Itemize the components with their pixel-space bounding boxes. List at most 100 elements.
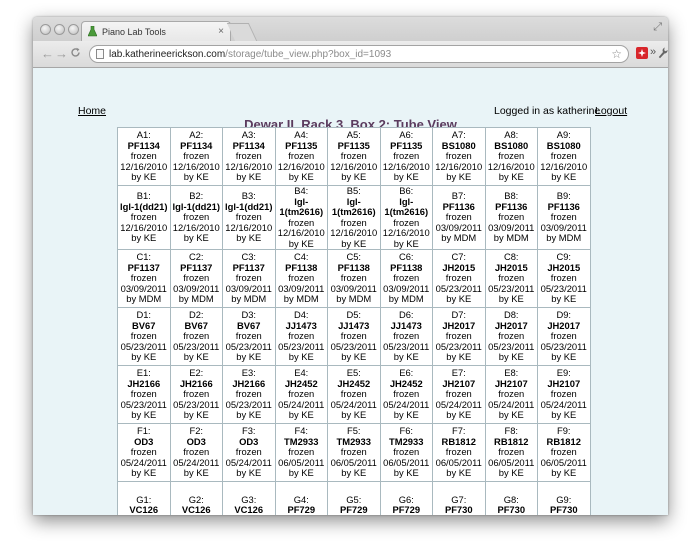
close-window-button[interactable]	[40, 24, 51, 35]
tube-owner: by KE	[183, 409, 209, 421]
tube-cell[interactable]: F6: TM2933 frozen 06/05/2011 by KE	[379, 423, 433, 482]
tab-close-icon[interactable]: ×	[218, 26, 224, 37]
tube-cell[interactable]: B6: lgl-1(tm2616) frozen 12/16/2010 by KE	[379, 185, 433, 250]
tube-cell[interactable]: E9: JH2107 frozen 05/24/2011 by KE	[537, 365, 591, 424]
new-tab-button[interactable]	[226, 23, 258, 41]
tube-cell[interactable]: B7: PF1136 frozen 03/09/2011 by MDM	[432, 185, 486, 250]
tube-cell[interactable]: C9: JH2015 frozen 05/23/2011 by KE	[537, 249, 591, 308]
tube-strain: PF730	[549, 504, 578, 515]
tube-cell[interactable]: G9:PF730frozen	[537, 481, 591, 515]
tube-cell[interactable]: E1: JH2166 frozen 05/23/2011 by KE	[117, 365, 171, 424]
extensions-overflow-icon[interactable]: »	[650, 46, 656, 58]
tube-cell[interactable]: D6: JJ1473 frozen 05/23/2011 by KE	[379, 307, 433, 366]
tube-cell[interactable]: D2: BV67 frozen 05/23/2011 by KE	[169, 307, 223, 366]
tube-cell[interactable]: G8:PF730frozen	[484, 481, 538, 515]
tube-cell[interactable]: G5:PF729frozen	[327, 481, 381, 515]
tube-cell[interactable]: B8: PF1136 frozen 03/09/2011 by MDM	[484, 185, 538, 250]
tube-cell[interactable]: B3: lgl-1(dd21) frozen 12/16/2010 by KE	[222, 185, 276, 250]
tube-cell[interactable]: E8: JH2107 frozen 05/24/2011 by KE	[484, 365, 538, 424]
tube-row: G1:VC126frozenG2:VC126frozenG3:VC126froz…	[117, 481, 591, 515]
zoom-window-button[interactable]	[68, 24, 79, 35]
tube-cell[interactable]: D5: JJ1473 frozen 05/23/2011 by KE	[327, 307, 381, 366]
fullscreen-icon[interactable]: ⤢	[653, 21, 662, 34]
tube-strain: PF730	[497, 504, 526, 515]
logout-link[interactable]: Logout	[595, 105, 627, 117]
tube-cell[interactable]: C6: PF1138 frozen 03/09/2011 by MDM	[379, 249, 433, 308]
tube-cell[interactable]: E7: JH2107 frozen 05/24/2011 by KE	[432, 365, 486, 424]
tube-cell[interactable]: A3: PF1134 frozen 12/16/2010 by KE	[222, 127, 276, 186]
tube-cell[interactable]: C3: PF1137 frozen 03/09/2011 by MDM	[222, 249, 276, 308]
tube-cell[interactable]: F7: RB1812 frozen 06/05/2011 by KE	[432, 423, 486, 482]
tube-row: C1: PF1137 frozen 03/09/2011 by MDM C2: PF1137…	[117, 249, 591, 308]
tab-title: Piano Lab Tools	[102, 26, 166, 37]
tube-date: 12/16/2010	[382, 227, 430, 238]
tube-cell[interactable]: C7: JH2015 frozen 05/23/2011 by KE	[432, 249, 486, 308]
wrench-icon[interactable]	[658, 46, 668, 64]
tube-cell[interactable]: D7: JH2017 frozen 05/23/2011 by KE	[432, 307, 486, 366]
tube-cell[interactable]: B5: lgl-1(tm2616) frozen 12/16/2010 by KE	[327, 185, 381, 250]
tube-cell[interactable]: F3: OD3 frozen 05/24/2011 by KE	[222, 423, 276, 482]
tube-cell[interactable]: B9: PF1136 frozen 03/09/2011 by MDM	[537, 185, 591, 250]
tube-cell[interactable]: F5: TM2933 frozen 06/05/2011 by KE	[327, 423, 381, 482]
tube-cell[interactable]: C5: PF1138 frozen 03/09/2011 by MDM	[327, 249, 381, 308]
tube-strain: PF730	[444, 504, 473, 515]
tube-cell[interactable]: G3:VC126frozen	[222, 481, 276, 515]
forward-arrow-icon[interactable]: →	[55, 46, 68, 61]
home-link[interactable]: Home	[78, 105, 106, 117]
tube-position: B5:	[346, 185, 361, 196]
tube-cell[interactable]: G7:PF730frozen	[432, 481, 486, 515]
tube-cell[interactable]: A5: PF1135 frozen 12/16/2010 by KE	[327, 127, 381, 186]
tube-cell[interactable]: E3: JH2166 frozen 05/23/2011 by KE	[222, 365, 276, 424]
tab-piano-lab-tools[interactable]: Piano Lab Tools ×	[81, 21, 231, 41]
tube-cell[interactable]: G4:PF729frozen	[274, 481, 328, 515]
page-content: Home Logged in as katherine Logout Dewar…	[33, 69, 668, 515]
tube-cell[interactable]: C4: PF1138 frozen 03/09/2011 by MDM	[274, 249, 328, 308]
tube-cell[interactable]: D9: JH2017 frozen 05/23/2011 by KE	[537, 307, 591, 366]
tube-owner: by KE	[131, 171, 157, 183]
tube-owner: by KE	[498, 293, 524, 305]
tube-cell[interactable]: B4: lgl-1(tm2616) frozen 12/16/2010 by KE	[274, 185, 328, 250]
tube-cell[interactable]: E5: JH2452 frozen 05/24/2011 by KE	[327, 365, 381, 424]
tube-owner: by KE	[183, 171, 209, 183]
tube-cell[interactable]: C8: JH2015 frozen 05/23/2011 by KE	[484, 249, 538, 308]
tube-cell[interactable]: E6: JH2452 frozen 05/24/2011 by KE	[379, 365, 433, 424]
tube-cell[interactable]: F8: RB1812 frozen 06/05/2011 by KE	[484, 423, 538, 482]
extension-icon[interactable]	[636, 46, 648, 64]
tube-cell[interactable]: F2: OD3 frozen 05/24/2011 by KE	[169, 423, 223, 482]
tube-cell[interactable]: A8: BS1080 frozen 12/16/2010 by KE	[484, 127, 538, 186]
tube-cell[interactable]: B1: lgl-1(dd21) frozen 12/16/2010 by KE	[117, 185, 171, 250]
tube-cell[interactable]: D4: JJ1473 frozen 05/23/2011 by KE	[274, 307, 328, 366]
tube-cell[interactable]: A2: PF1134 frozen 12/16/2010 by KE	[169, 127, 223, 186]
tube-cell[interactable]: B2: lgl-1(dd21) frozen 12/16/2010 by KE	[169, 185, 223, 250]
tube-cell[interactable]: A9: BS1080 frozen 12/16/2010 by KE	[537, 127, 591, 186]
tube-cell[interactable]: G2:VC126frozen	[169, 481, 223, 515]
flask-icon	[88, 26, 97, 37]
tube-owner: by MDM	[231, 293, 267, 305]
tube-cell[interactable]: D1: BV67 frozen 05/23/2011 by KE	[117, 307, 171, 366]
tube-owner: by KE	[131, 232, 157, 244]
reload-icon[interactable]	[70, 47, 81, 61]
tube-owner: by KE	[131, 351, 157, 363]
tube-cell[interactable]: G6:PF729frozen	[379, 481, 433, 515]
address-bar[interactable]: lab.katherineerickson.com/storage/tube_v…	[89, 45, 629, 63]
tube-cell[interactable]: A1: PF1134 frozen 12/16/2010 by KE	[117, 127, 171, 186]
tube-cell[interactable]: F4: TM2933 frozen 06/05/2011 by KE	[274, 423, 328, 482]
tube-cell[interactable]: F1: OD3 frozen 05/24/2011 by KE	[117, 423, 171, 482]
tube-cell[interactable]: C1: PF1137 frozen 03/09/2011 by MDM	[117, 249, 171, 308]
tube-cell[interactable]: A6: PF1135 frozen 12/16/2010 by KE	[379, 127, 433, 186]
tube-cell[interactable]: E4: JH2452 frozen 05/24/2011 by KE	[274, 365, 328, 424]
tube-cell[interactable]: E2: JH2166 frozen 05/23/2011 by KE	[169, 365, 223, 424]
tube-cell[interactable]: D8: JH2017 frozen 05/23/2011 by KE	[484, 307, 538, 366]
minimize-window-button[interactable]	[54, 24, 65, 35]
tube-cell[interactable]: F9: RB1812 frozen 06/05/2011 by KE	[537, 423, 591, 482]
tube-cell[interactable]: D3: BV67 frozen 05/23/2011 by KE	[222, 307, 276, 366]
bookmark-star-icon[interactable]: ☆	[611, 47, 622, 61]
back-arrow-icon[interactable]: ←	[41, 46, 54, 61]
tube-cell[interactable]: G1:VC126frozen	[117, 481, 171, 515]
tube-row: A1: PF1134 frozen 12/16/2010 by KE A2: PF1134 f…	[117, 127, 591, 186]
tube-cell[interactable]: A4: PF1135 frozen 12/16/2010 by KE	[274, 127, 328, 186]
tube-cell[interactable]: C2: PF1137 frozen 03/09/2011 by MDM	[169, 249, 223, 308]
tube-strain: PF729	[392, 504, 421, 515]
tube-cell[interactable]: A7: BS1080 frozen 12/16/2010 by KE	[432, 127, 486, 186]
tube-owner: by KE	[393, 171, 419, 183]
